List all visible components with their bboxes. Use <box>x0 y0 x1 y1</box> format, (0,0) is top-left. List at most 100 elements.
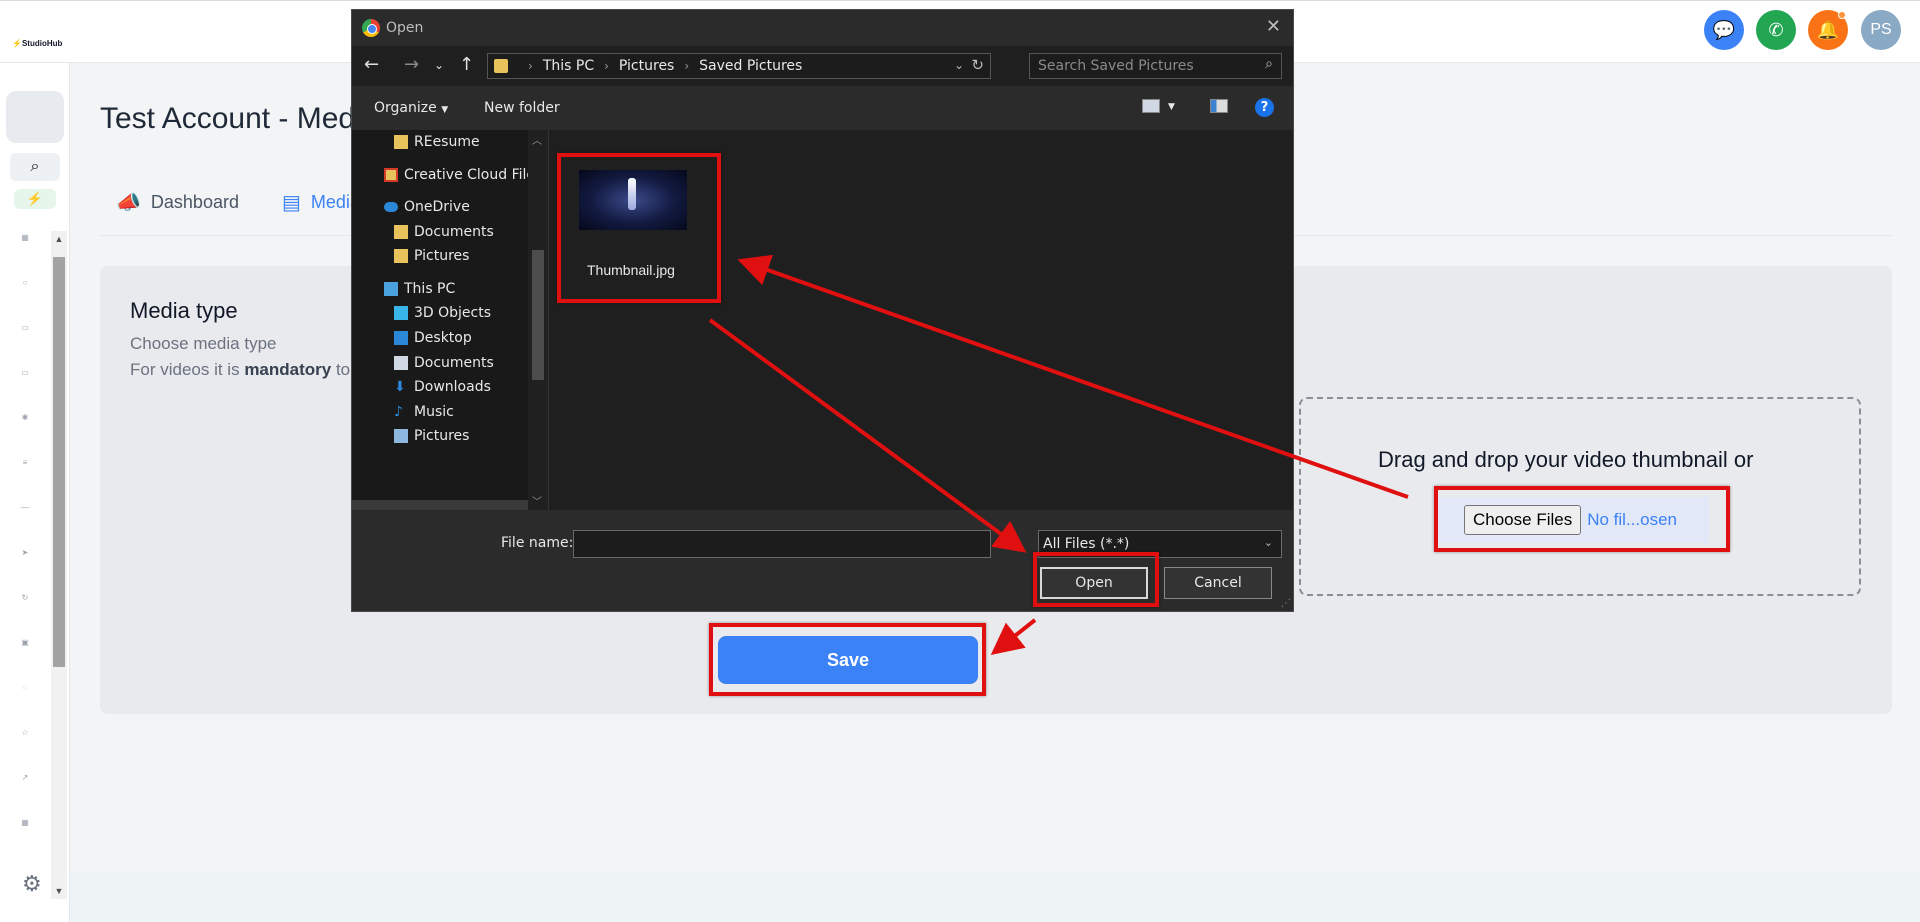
bolt-icon[interactable]: ⚡ <box>14 189 56 209</box>
picture-icon <box>394 429 408 443</box>
dialog-titlebar[interactable]: Open ✕ <box>352 10 1293 46</box>
new-folder-button[interactable]: New folder <box>484 100 560 116</box>
nav-item-downloads[interactable]: ⬇ Downloads <box>394 379 491 395</box>
view-options-icon[interactable] <box>1142 99 1160 113</box>
phone-icon[interactable]: ✆ <box>1756 10 1796 50</box>
refresh-icon[interactable]: ↻ <box>18 593 32 607</box>
nav-item-onedrive[interactable]: OneDrive <box>384 199 470 215</box>
nav-item-documents[interactable]: Documents <box>394 224 494 240</box>
music-icon: ♪ <box>394 404 403 420</box>
note-text: For videos it is <box>130 360 245 379</box>
grid-icon[interactable]: ▦ <box>18 233 32 247</box>
chat-bubble-icon[interactable]: ○ <box>18 278 32 292</box>
notification-bell-icon[interactable]: 🔔 <box>1808 10 1848 50</box>
gear-icon[interactable]: ⚙ <box>22 871 42 897</box>
forward-arrow-icon[interactable]: → <box>404 54 419 75</box>
organize-menu[interactable]: Organize ▼ <box>374 100 448 116</box>
minus-icon[interactable]: — <box>18 503 32 517</box>
folder-icon <box>394 135 408 149</box>
search-placeholder: Search Saved Pictures <box>1038 58 1194 74</box>
up-arrow-icon[interactable]: ↑ <box>459 54 474 75</box>
footer-strip <box>70 872 1920 922</box>
address-bar[interactable]: › This PC › Pictures › Saved Pictures ⌄ … <box>487 53 991 79</box>
refresh-icon[interactable]: ↻ <box>971 56 984 74</box>
calendar-icon[interactable]: ▭ <box>18 368 32 382</box>
contacts-icon[interactable]: ✱ <box>18 413 32 427</box>
dialog-title: Open <box>386 20 424 36</box>
nav-item-pictures[interactable]: Pictures <box>394 428 469 444</box>
nav-item-documents[interactable]: Documents <box>394 355 494 371</box>
tab-dashboard[interactable]: 📣 Dashboard <box>116 190 239 215</box>
search-input[interactable]: Search Saved Pictures ⌕ <box>1029 53 1282 79</box>
star-icon[interactable]: ☆ <box>18 728 32 742</box>
sidebar-account-tile[interactable] <box>6 91 64 143</box>
send-icon[interactable]: ➤ <box>18 548 32 562</box>
nav-item-label: OneDrive <box>404 199 470 215</box>
nav-item-pictures[interactable]: Pictures <box>394 248 469 264</box>
nav-item-music[interactable]: ♪ Music <box>394 404 454 420</box>
scroll-up-icon[interactable]: ︿ <box>532 132 542 147</box>
organize-label: Organize <box>374 100 437 116</box>
dialog-navigation: ← → ⌄ ↑ › This PC › Pictures › Saved Pic… <box>352 46 1293 86</box>
chat-icon[interactable]: 💬 <box>1704 10 1744 50</box>
caret-down-icon: ▼ <box>441 105 449 115</box>
page-title: Test Account - Media <box>100 102 379 135</box>
selected-item-highlight <box>352 500 528 510</box>
scrollbar-thumb[interactable] <box>53 257 65 667</box>
file-name-label: File name: <box>501 535 574 551</box>
apps-icon[interactable]: ▦ <box>18 818 32 832</box>
cube-icon <box>394 306 408 320</box>
nav-item-label: Pictures <box>414 428 470 444</box>
folder-icon <box>394 249 408 263</box>
dropzone-text: Drag and drop your video thumbnail or <box>1378 447 1754 472</box>
desktop-icon <box>394 331 408 345</box>
caret-down-icon[interactable]: ▼ <box>1168 102 1175 112</box>
scroll-down-icon[interactable]: ﹀ <box>532 493 542 508</box>
breadcrumb-item[interactable]: Pictures <box>619 58 674 74</box>
search-icon[interactable]: ⌕ <box>10 153 60 181</box>
scroll-up-icon[interactable]: ▲ <box>51 231 67 247</box>
breadcrumb-separator-icon: › <box>604 59 609 73</box>
breadcrumb-item[interactable]: This PC <box>543 58 594 74</box>
layers-icon[interactable]: ≡ <box>18 458 32 472</box>
help-icon[interactable]: ? <box>1255 98 1274 117</box>
nav-item-label: 3D Objects <box>414 305 492 321</box>
nav-item-label: Creative Cloud File <box>404 167 536 183</box>
sidebar: ⌕ ⚡ ▦ ○ ▭ ▭ ✱ ≡ — ➤ ↻ ▣ ◌ ☆ ↗ ▦ ▲ ▼ ⚙ › <box>0 63 70 922</box>
file-type-value: All Files (*.*) <box>1043 536 1130 552</box>
lightbulb-icon[interactable]: ◌ <box>18 683 32 697</box>
nav-item-3d-objects[interactable]: 3D Objects <box>394 305 491 321</box>
breadcrumb-separator-icon: › <box>528 59 533 73</box>
note-text: to <box>331 360 351 379</box>
close-icon[interactable]: ✕ <box>1266 16 1281 37</box>
nav-item-desktop[interactable]: Desktop <box>394 330 472 346</box>
scroll-down-icon[interactable]: ▼ <box>51 883 67 899</box>
preview-pane-icon[interactable] <box>1210 99 1228 113</box>
resize-grip-icon[interactable]: ⋰ <box>1281 598 1291 609</box>
file-name-input[interactable] <box>573 530 991 558</box>
chevron-down-icon[interactable]: ⌄ <box>434 58 444 72</box>
nav-item-creative-cloud[interactable]: Creative Cloud File <box>384 167 535 183</box>
navigation-pane: REesume Creative Cloud File OneDrive Doc… <box>352 130 548 510</box>
nav-item-label: Documents <box>414 224 494 240</box>
back-arrow-icon[interactable]: ← <box>364 54 379 75</box>
cancel-button[interactable]: Cancel <box>1164 567 1272 599</box>
folder-icon <box>394 225 408 239</box>
chevron-down-icon[interactable]: ⌄ <box>954 58 964 72</box>
navigation-scrollbar[interactable]: ︿ ﹀ <box>528 130 548 510</box>
notification-dot <box>1838 11 1846 19</box>
chart-icon[interactable]: ↗ <box>18 773 32 787</box>
logo-text: StudioHub <box>21 39 63 48</box>
app-logo[interactable]: ⚡StudioHub <box>12 39 62 48</box>
sidebar-scrollbar[interactable]: ▲ ▼ <box>51 231 67 899</box>
nav-item-label: REesume <box>414 134 480 150</box>
tab-media[interactable]: ▤ Media <box>282 190 360 215</box>
nav-item-this-pc[interactable]: This PC <box>384 281 455 297</box>
breadcrumb-item[interactable]: Saved Pictures <box>699 58 802 74</box>
avatar[interactable]: PS <box>1861 10 1901 50</box>
nav-item-reesume[interactable]: REesume <box>394 134 480 150</box>
media-icon[interactable]: ▣ <box>18 638 32 652</box>
calendar-icon[interactable]: ▭ <box>18 323 32 337</box>
scrollbar-thumb[interactable] <box>532 250 544 380</box>
download-icon: ⬇ <box>394 379 406 395</box>
